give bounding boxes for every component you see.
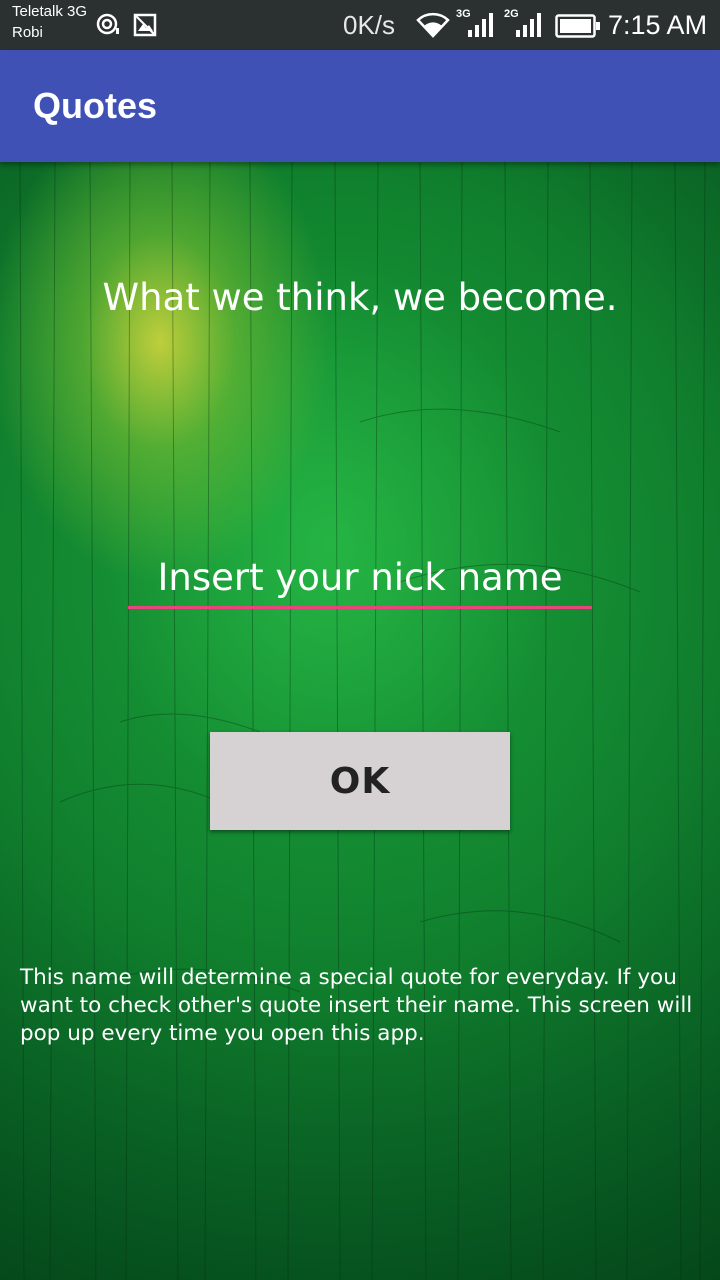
wifi-icon bbox=[416, 12, 450, 38]
background-texture bbox=[19, 162, 706, 1280]
info-text: This name will determine a special quote… bbox=[20, 965, 693, 1046]
signal-2g-icon bbox=[516, 13, 541, 37]
signal-3g-icon bbox=[468, 13, 493, 37]
quote-text: What we think, we become. bbox=[102, 276, 618, 319]
nick-name-input[interactable] bbox=[128, 548, 592, 609]
app-title: Quotes bbox=[33, 85, 158, 126]
ok-button[interactable]: OK bbox=[210, 732, 510, 830]
app-bar: Quotes bbox=[0, 50, 720, 162]
content-area: What we think, we become. OK This name w… bbox=[0, 162, 720, 1280]
network-speed: 0K/s bbox=[343, 10, 396, 40]
nick-name-field-wrapper bbox=[128, 548, 592, 610]
battery-icon bbox=[555, 14, 600, 38]
clock: 7:15 AM bbox=[608, 10, 708, 40]
carrier-label-1: Teletalk 3G bbox=[12, 3, 88, 20]
status-bar: Teletalk 3G Robi 0K/s 3G 2G 7:15 AM bbox=[0, 0, 720, 50]
screen: Teletalk 3G Robi 0K/s 3G 2G 7:15 AM Quot… bbox=[0, 0, 720, 1280]
hotspot-icon bbox=[96, 13, 119, 35]
image-icon bbox=[133, 13, 157, 37]
carrier-label-2: Robi bbox=[12, 24, 43, 41]
